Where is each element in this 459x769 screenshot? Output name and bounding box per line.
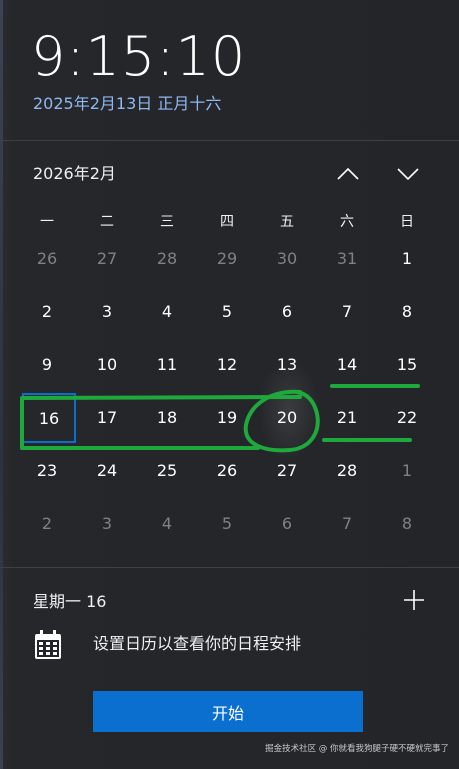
weekday-label: 日 <box>400 214 414 230</box>
day-cell[interactable]: 7 <box>317 497 377 550</box>
day-cell[interactable]: 12 <box>197 338 257 391</box>
day-cell[interactable]: 9 <box>17 338 77 391</box>
day-cell[interactable]: 8 <box>377 497 437 550</box>
day-cell[interactable]: 22 <box>377 391 437 444</box>
clock-time: 9:15:10 <box>31 25 247 88</box>
day-cell[interactable]: 20 <box>257 391 317 444</box>
day-cell[interactable]: 10 <box>77 338 137 391</box>
day-cell[interactable]: 11 <box>137 338 197 391</box>
day-cell[interactable]: 17 <box>77 391 137 444</box>
window-edge <box>0 0 3 769</box>
day-cell[interactable]: 2 <box>17 285 77 338</box>
day-cell[interactable]: 23 <box>17 444 77 497</box>
day-cell[interactable]: 7 <box>317 285 377 338</box>
calendar-setup-hint: 设置日历以查看你的日程安排 <box>93 634 302 653</box>
day-cell[interactable]: 3 <box>77 285 137 338</box>
day-cell[interactable]: 13 <box>257 338 317 391</box>
add-event-button[interactable] <box>400 586 428 614</box>
chevron-up-icon <box>337 167 359 180</box>
day-cell[interactable]: 5 <box>197 285 257 338</box>
day-cell[interactable]: 25 <box>137 444 197 497</box>
day-cell[interactable]: 21 <box>317 391 377 444</box>
weekday-label: 四 <box>220 214 234 230</box>
weekday-label: 三 <box>160 214 174 230</box>
month-title[interactable]: 2026年2月 <box>33 163 116 185</box>
agenda-date: 星期一 16 <box>33 592 107 611</box>
day-cell[interactable]: 2 <box>17 497 77 550</box>
calendar-flyout: 9:15:10 2025年2月13日 正月十六 2026年2月 一二三四五六日 … <box>0 0 459 769</box>
day-cell[interactable]: 19 <box>197 391 257 444</box>
day-cell[interactable]: 4 <box>137 285 197 338</box>
day-cell[interactable]: 27 <box>77 232 137 285</box>
day-cell[interactable]: 27 <box>257 444 317 497</box>
watermark: 掘金技术社区 @ 你就看我狗腿子硬不硬就完事了 <box>265 744 449 754</box>
day-cell[interactable]: 6 <box>257 497 317 550</box>
day-cell[interactable]: 6 <box>257 285 317 338</box>
day-cell[interactable]: 26 <box>17 232 77 285</box>
day-cell[interactable]: 1 <box>377 232 437 285</box>
plus-icon <box>404 590 424 610</box>
day-cell[interactable]: 29 <box>197 232 257 285</box>
day-cell[interactable]: 28 <box>137 232 197 285</box>
weekday-label: 五 <box>280 214 294 230</box>
day-cell[interactable]: 15 <box>377 338 437 391</box>
day-cell[interactable]: 31 <box>317 232 377 285</box>
weekday-label: 二 <box>100 214 114 230</box>
day-cell[interactable]: 30 <box>257 232 317 285</box>
calendar-icon <box>35 630 61 659</box>
next-month-button[interactable] <box>392 158 424 190</box>
weekday-label: 一 <box>40 214 54 230</box>
start-button[interactable]: 开始 <box>93 691 363 732</box>
prev-month-button[interactable] <box>332 158 364 190</box>
day-cell[interactable]: 14 <box>317 338 377 391</box>
divider-top <box>0 140 459 141</box>
day-cell-today[interactable]: 16 <box>22 393 76 443</box>
day-cell[interactable]: 18 <box>137 391 197 444</box>
day-cell[interactable]: 24 <box>77 444 137 497</box>
chevron-down-icon <box>397 168 419 181</box>
day-cell[interactable]: 26 <box>197 444 257 497</box>
divider-bottom <box>0 567 459 568</box>
day-cell[interactable]: 8 <box>377 285 437 338</box>
day-cell[interactable]: 4 <box>137 497 197 550</box>
clock-date[interactable]: 2025年2月13日 正月十六 <box>33 93 221 115</box>
weekday-label: 六 <box>340 214 354 230</box>
day-cell[interactable]: 5 <box>197 497 257 550</box>
day-cell[interactable]: 1 <box>377 444 437 497</box>
day-cell[interactable]: 28 <box>317 444 377 497</box>
day-cell[interactable]: 3 <box>77 497 137 550</box>
